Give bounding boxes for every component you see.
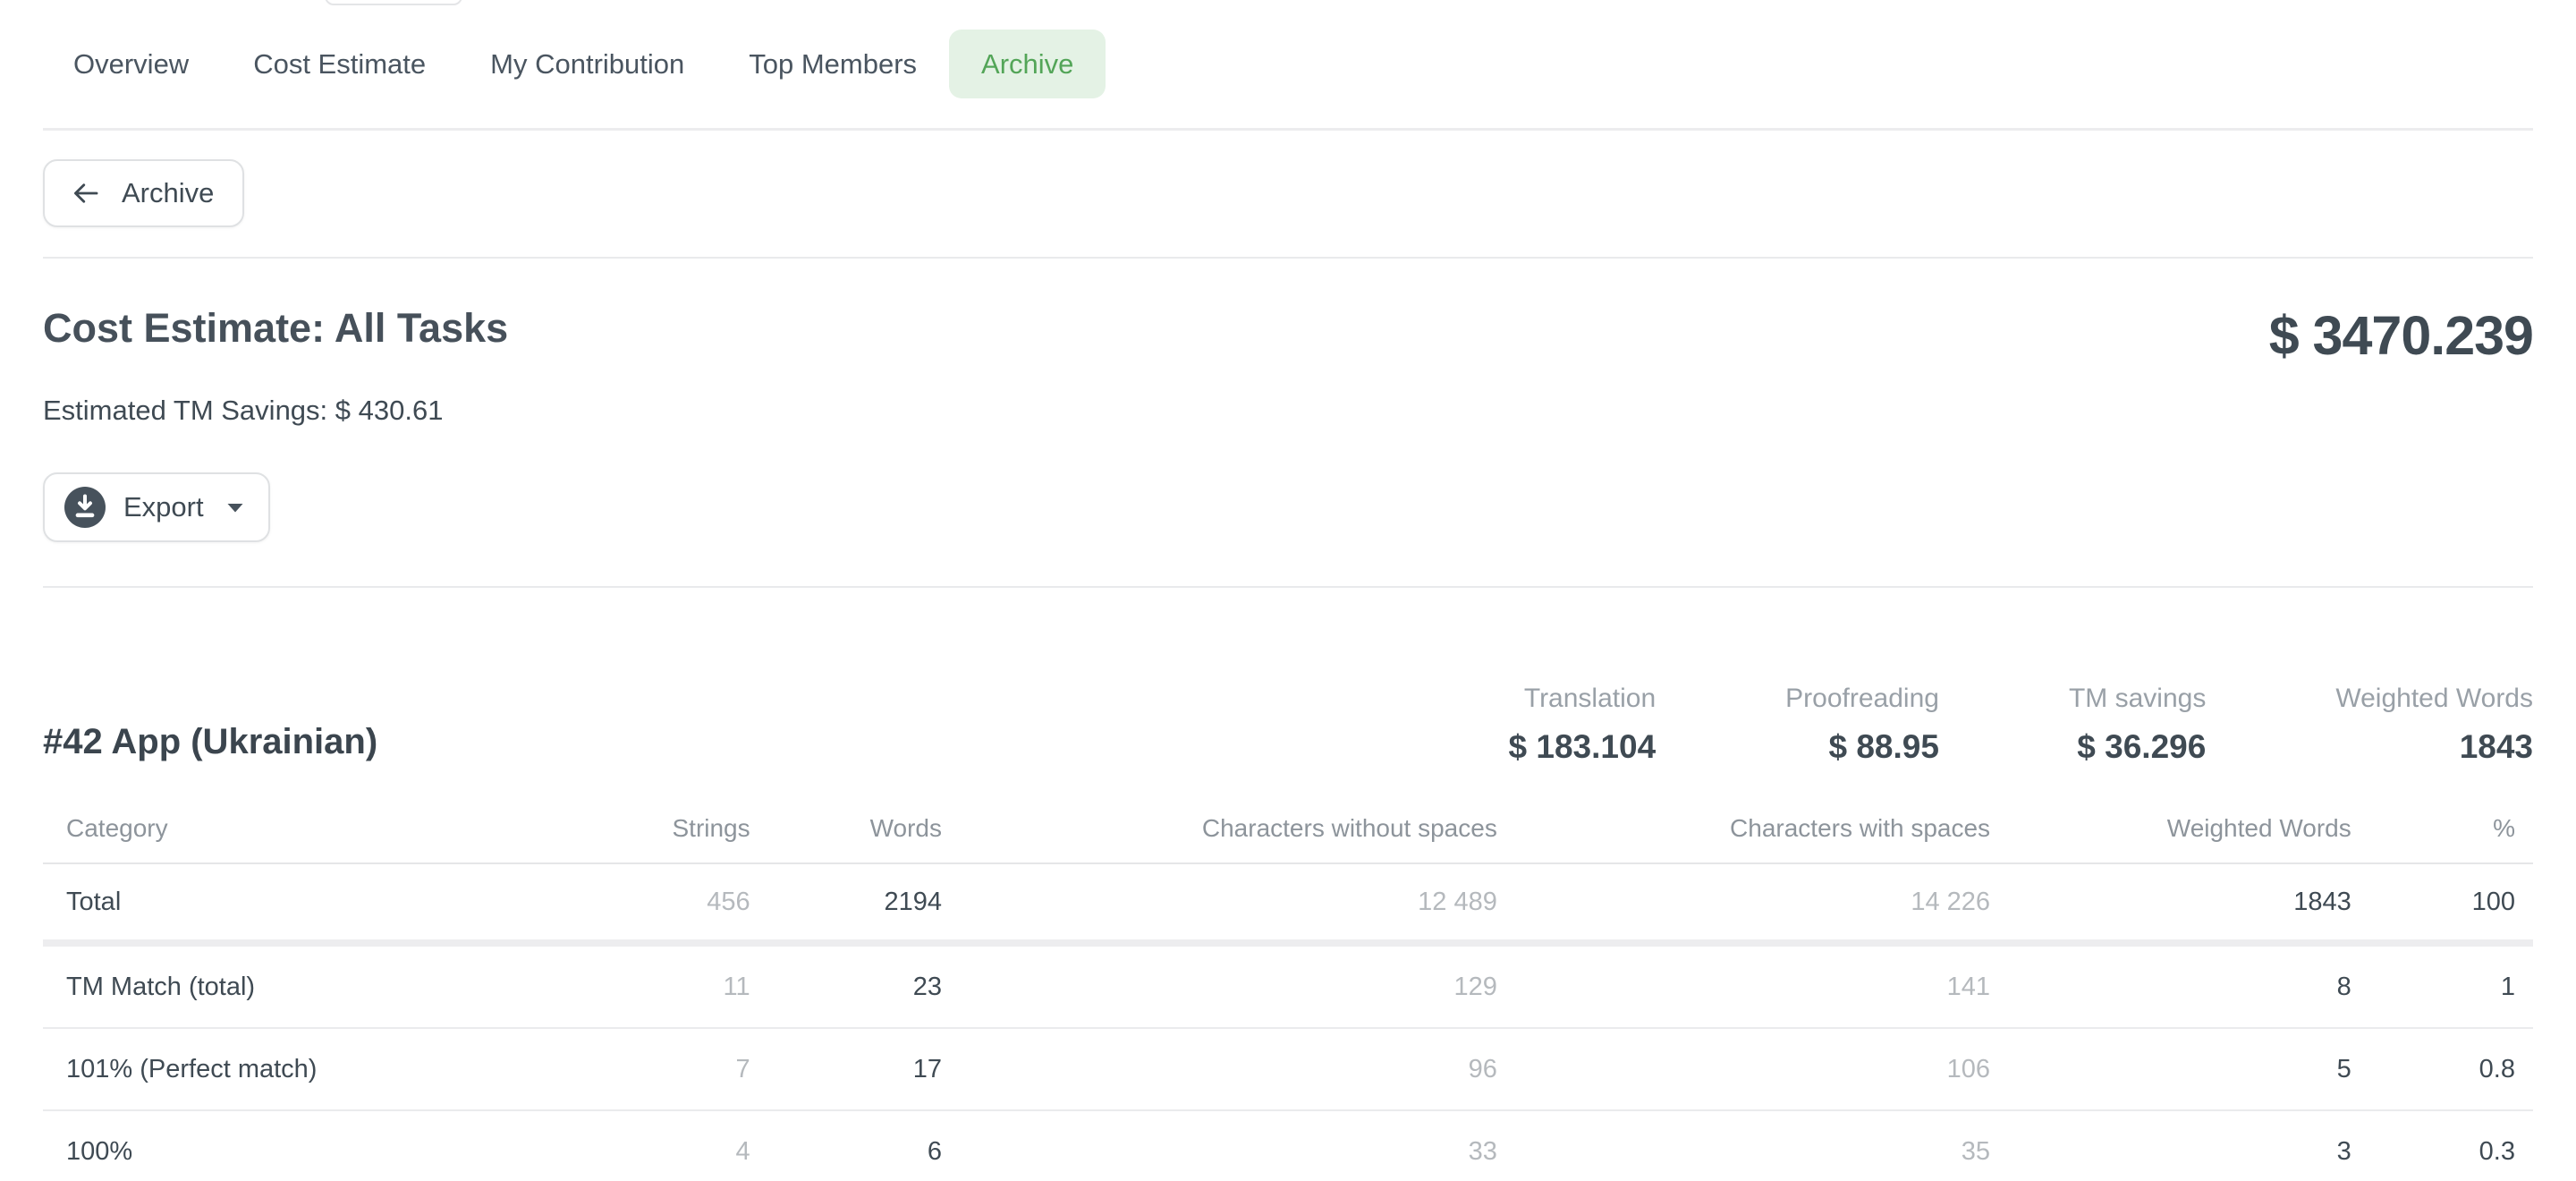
table-cell: 3 xyxy=(1990,1137,2351,1167)
tab-overview[interactable]: Overview xyxy=(41,30,221,98)
stat-value: $ 88.95 xyxy=(1785,726,1939,768)
table-cell: 101% (Perfect match) xyxy=(43,1055,441,1084)
table-cell: TM Match (total) xyxy=(43,973,441,1002)
estimated-tm-savings: Estimated TM Savings: $ 430.61 xyxy=(43,393,2533,428)
back-row: Archive xyxy=(43,159,2533,227)
stat-value: $ 183.104 xyxy=(1509,726,1657,768)
tab-top-members[interactable]: Top Members xyxy=(716,30,949,98)
table-header-row: CategoryStringsWordsCharacters without s… xyxy=(43,794,2533,864)
stat-translation: Translation $ 183.104 xyxy=(1509,683,1657,768)
table-cell: 129 xyxy=(942,973,1497,1002)
table-cell: 17 xyxy=(750,1055,942,1084)
table-cell: 35 xyxy=(1497,1137,1990,1167)
table-cell: 23 xyxy=(750,973,942,1002)
table-cell: 5 xyxy=(1990,1055,2351,1084)
stat-value: $ 36.296 xyxy=(2069,726,2206,768)
download-icon xyxy=(64,487,106,528)
page-title: Cost Estimate: All Tasks xyxy=(43,303,508,353)
report-stats: Translation $ 183.104 Proofreading $ 88.95 T… xyxy=(1509,683,2533,768)
cost-table-body: Total456219412 48914 2261843100TM Match … xyxy=(43,864,2533,1181)
table-cell: 11 xyxy=(441,973,750,1002)
table-cell: 141 xyxy=(1497,973,1990,1002)
column-header-characters-without-spaces: Characters without spaces xyxy=(942,814,1497,843)
stat-value: 1843 xyxy=(2335,726,2533,768)
tab-my-contribution[interactable]: My Contribution xyxy=(458,30,716,98)
table-cell: 4 xyxy=(441,1137,750,1167)
tab-archive[interactable]: Archive xyxy=(949,30,1106,98)
table-row-101-perfect-match: 101% (Perfect match)7179610650.8 xyxy=(43,1029,2533,1111)
column-header-words: Words xyxy=(750,814,942,843)
column-header-category: Category xyxy=(43,814,441,843)
table-cell: 0.3 xyxy=(2351,1137,2533,1167)
export-button-label: Export xyxy=(123,491,204,523)
back-to-archive-button[interactable]: Archive xyxy=(43,159,244,227)
column-header-weighted-words: Weighted Words xyxy=(1990,814,2351,843)
table-cell: 1 xyxy=(2351,973,2533,1002)
stat-label: TM savings xyxy=(2069,683,2206,714)
table-cell: 33 xyxy=(942,1137,1497,1167)
table-cell: 14 226 xyxy=(1497,888,1990,917)
table-cell: 6 xyxy=(750,1137,942,1167)
table-row-tm-match-total: TM Match (total)112312914181 xyxy=(43,947,2533,1029)
cost-estimate-page: OverviewCost EstimateMy ContributionTop … xyxy=(0,0,2576,1181)
scrolled-out-element-edge xyxy=(325,0,462,5)
arrow-left-icon xyxy=(70,177,102,209)
table-cell: Total xyxy=(43,888,441,917)
stat-proofreading: Proofreading $ 88.95 xyxy=(1785,683,1939,768)
stat-label: Weighted Words xyxy=(2335,683,2533,714)
table-cell: 1843 xyxy=(1990,888,2351,917)
export-button[interactable]: Export xyxy=(43,472,270,542)
stat-label: Translation xyxy=(1509,683,1657,714)
summary-head: Cost Estimate: All Tasks $ 3470.239 xyxy=(43,259,2533,364)
cost-breakdown-table: CategoryStringsWordsCharacters without s… xyxy=(43,794,2533,1181)
report-header: #42 App (Ukrainian) Translation $ 183.104… xyxy=(43,683,2533,768)
total-cost-amount: $ 3470.239 xyxy=(2269,307,2533,364)
table-cell: 100 xyxy=(2351,888,2533,917)
table-cell: 106 xyxy=(1497,1055,1990,1084)
table-cell: 7 xyxy=(441,1055,750,1084)
report-title: #42 App (Ukrainian) xyxy=(43,722,377,768)
tab-bar: OverviewCost EstimateMy ContributionTop … xyxy=(0,0,2576,128)
table-cell: 2194 xyxy=(750,888,942,917)
table-cell: 96 xyxy=(942,1055,1497,1084)
tabbar-divider xyxy=(43,128,2533,131)
section-divider xyxy=(43,586,2533,588)
stat-tm-savings: TM savings $ 36.296 xyxy=(2069,683,2206,768)
table-row-total: Total456219412 48914 2261843100 xyxy=(43,864,2533,947)
stat-label: Proofreading xyxy=(1785,683,1939,714)
table-cell: 8 xyxy=(1990,973,2351,1002)
column-header-strings: Strings xyxy=(441,814,750,843)
table-cell: 12 489 xyxy=(942,888,1497,917)
back-button-label: Archive xyxy=(122,177,214,209)
table-cell: 456 xyxy=(441,888,750,917)
tab-cost-estimate[interactable]: Cost Estimate xyxy=(221,30,458,98)
caret-down-icon xyxy=(225,501,245,514)
column-header-: % xyxy=(2351,814,2533,843)
table-cell: 0.8 xyxy=(2351,1055,2533,1084)
summary-section: Cost Estimate: All Tasks $ 3470.239 Esti… xyxy=(43,259,2533,586)
column-header-characters-with-spaces: Characters with spaces xyxy=(1497,814,1990,843)
stat-weighted-words: Weighted Words 1843 xyxy=(2335,683,2533,768)
table-row-100: 100%46333530.3 xyxy=(43,1111,2533,1181)
table-cell: 100% xyxy=(43,1137,441,1167)
